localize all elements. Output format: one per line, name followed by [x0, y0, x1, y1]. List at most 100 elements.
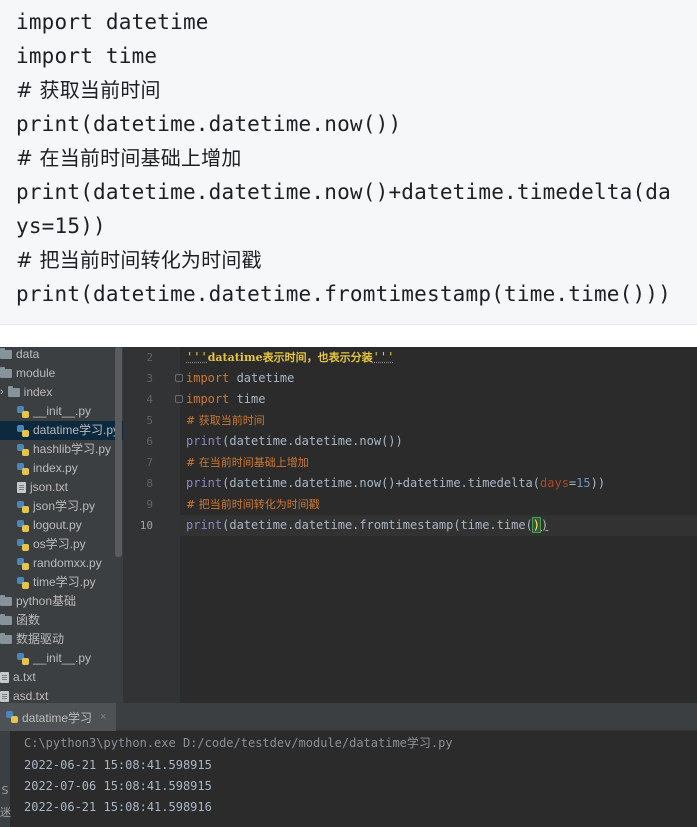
builtin-function: print	[186, 434, 223, 448]
tree-label: module	[16, 366, 56, 380]
python-file-icon	[17, 443, 29, 456]
editor-line-9: # 把当前时间转化为时间戳	[186, 494, 320, 515]
tree-file[interactable]: randomxx.py	[17, 554, 102, 573]
console-output: 2022-06-21 15:08:41.598916	[24, 800, 212, 814]
text-file-icon	[0, 691, 9, 702]
code-text: )	[541, 518, 549, 532]
python-file-icon	[17, 576, 29, 589]
tree-label: index	[23, 385, 53, 399]
tree-label: os学习.py	[33, 537, 86, 551]
tree-label: __init__.py	[33, 404, 92, 418]
tree-folder[interactable]: 数据驱动	[0, 630, 64, 649]
builtin-function: print	[186, 476, 223, 490]
tree-label: python基础	[16, 594, 77, 608]
tree-file[interactable]: a.txt	[0, 668, 36, 687]
python-file-icon	[17, 462, 29, 475]
tree-file[interactable]: __init__.py	[17, 649, 91, 668]
code-text: (datetime.datetime.now())	[222, 434, 403, 448]
tree-label: datatime学习.py	[33, 423, 120, 437]
tree-file[interactable]: json学习.py	[17, 497, 95, 516]
tree-label: json学习.py	[33, 499, 96, 513]
code-line: import datetime	[16, 10, 209, 34]
tree-file[interactable]: hashlib学习.py	[17, 440, 111, 459]
text-file-icon	[0, 672, 9, 683]
code-comment: # 在当前时间基础上增加	[186, 456, 309, 469]
tree-label: a.txt	[13, 670, 36, 684]
tree-file[interactable]: index.py	[17, 459, 78, 478]
project-scrollbar[interactable]	[115, 347, 122, 557]
editor-line-8: print(datetime.datetime.now()+datetime.t…	[186, 473, 605, 494]
close-icon[interactable]: ×	[100, 711, 106, 723]
editor-line-3: import datetime	[186, 368, 294, 389]
tree-label: 数据驱动	[16, 632, 65, 646]
editor-line-4: import time	[186, 389, 265, 410]
module-name: datetime	[229, 371, 295, 385]
tree-label: 函数	[16, 613, 41, 627]
keyword-argument: days	[540, 476, 569, 490]
editor-line-10: print(datetime.datetime.fromtimestamp(ti…	[186, 515, 548, 536]
python-file-icon	[17, 652, 29, 665]
folder-icon	[7, 386, 20, 397]
tree-label: time学习.py	[33, 575, 96, 589]
fold-icon[interactable]	[175, 374, 183, 382]
tree-file[interactable]: time学习.py	[17, 573, 96, 592]
docstring-quote: '''	[186, 350, 208, 364]
tree-file[interactable]: os学习.py	[17, 535, 86, 554]
text-file-icon	[17, 482, 26, 493]
tree-file[interactable]: __init__.py	[17, 402, 91, 421]
line-number: 7	[146, 456, 153, 469]
editor-line-7: # 在当前时间基础上增加	[186, 452, 309, 473]
editor-line-5: # 获取当前时间	[186, 410, 265, 431]
code-comment: # 在当前时间基础上增加	[16, 146, 242, 170]
code-line: print(datetime.datetime.now())	[16, 112, 402, 136]
tree-label: data	[16, 347, 40, 361]
tree-file[interactable]: json.txt	[17, 478, 68, 497]
python-file-icon	[17, 500, 29, 513]
folder-icon	[0, 348, 12, 359]
code-snippet: import datetime import time # 获取当前时间 pri…	[0, 0, 697, 325]
python-file-icon	[17, 405, 29, 418]
tree-folder[interactable]: python基础	[0, 592, 76, 611]
code-text: ))	[590, 476, 606, 490]
python-file-icon	[17, 557, 29, 570]
tree-label: json.txt	[30, 480, 69, 494]
code-text: (datetime.datetime.now()+datetime.timede…	[222, 476, 541, 490]
folder-icon	[0, 595, 12, 606]
tree-label: logout.py	[33, 518, 82, 532]
module-name: time	[229, 392, 266, 406]
line-number: 5	[146, 414, 153, 427]
builtin-function: print	[186, 518, 223, 532]
tree-folder[interactable]: 函数	[0, 611, 40, 630]
tree-folder-data[interactable]: data	[0, 347, 39, 364]
run-toolbar: datatime学习 ×	[0, 703, 697, 731]
editor-line-6: print(datetime.datetime.now())	[186, 431, 403, 452]
run-tab[interactable]: datatime学习 ×	[0, 703, 117, 731]
docstring-quote: '''	[372, 350, 395, 364]
keyword: import	[186, 371, 230, 385]
tree-file[interactable]: asd.txt	[0, 687, 48, 703]
line-number: 3	[146, 372, 153, 385]
tree-folder-index[interactable]: › index	[0, 383, 52, 402]
chevron-right-icon[interactable]: ›	[0, 383, 4, 402]
folder-icon	[0, 367, 12, 378]
code-comment: # 把当前时间转化为时间戳	[186, 498, 320, 511]
python-file-icon	[17, 424, 29, 437]
tree-folder-module[interactable]: module	[0, 364, 55, 383]
line-number-gutter: 2 3 4 5 6 7 8 9 10	[123, 347, 183, 703]
code-line: ys=15))	[16, 214, 106, 238]
run-tab-label: datatime学习	[22, 710, 93, 725]
console-output: 2022-06-21 15:08:41.598915	[24, 758, 212, 772]
editor-line-2: '''datatime表示时间，也表示分装'''	[186, 347, 394, 368]
python-file-icon	[6, 711, 18, 723]
python-file-icon	[17, 519, 29, 532]
side-glyph: S	[1, 784, 9, 797]
run-console[interactable]: C:\python3\python.exe D:/code/testdev/mo…	[0, 731, 697, 827]
tree-file[interactable]: logout.py	[17, 516, 82, 535]
fold-icon[interactable]	[175, 395, 183, 403]
number-literal: 15	[576, 476, 591, 490]
console-output: 2022-07-06 15:08:41.598915	[24, 779, 212, 793]
line-number: 2	[146, 351, 153, 364]
console-command: C:\python3\python.exe D:/code/testdev/mo…	[24, 736, 453, 750]
tree-file-selected[interactable]: datatime学习.py	[0, 421, 123, 440]
line-number: 9	[146, 498, 153, 511]
